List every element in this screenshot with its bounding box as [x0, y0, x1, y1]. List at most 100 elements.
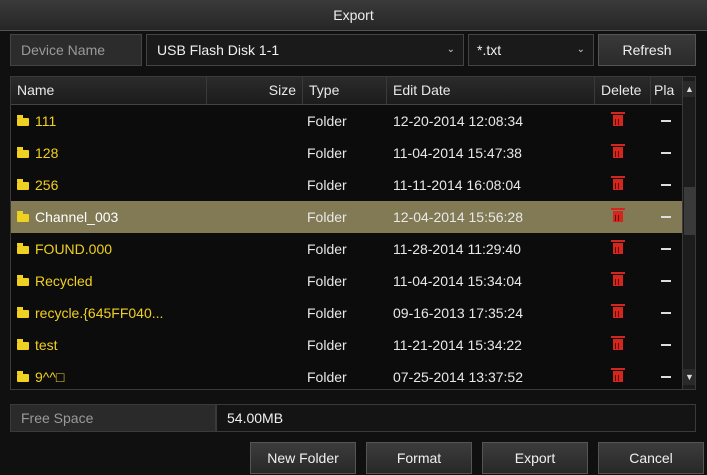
table-row[interactable]: FOUND.000 Folder 11-28-2014 11:29:40 [11, 233, 682, 265]
table-row[interactable]: Recycled Folder 11-04-2014 15:34:04 [11, 265, 682, 297]
chevron-down-icon: ⌄ [576, 44, 585, 55]
file-type: Folder [307, 305, 347, 321]
export-button[interactable]: Export [482, 442, 588, 474]
refresh-button[interactable]: Refresh [598, 34, 696, 66]
folder-icon [17, 371, 29, 382]
file-name-cell: Channel_003 [17, 201, 207, 233]
scroll-up-icon[interactable]: ▲ [683, 81, 695, 97]
device-row: Device Name USB Flash Disk 1-1 ⌄ *.txt ⌄… [10, 34, 696, 66]
file-edit-date: 11-04-2014 15:47:38 [393, 145, 522, 161]
dialog-title: Export [0, 0, 707, 31]
table-row[interactable]: recycle.{645FF040... Folder 09-16-2013 17:… [11, 297, 682, 329]
file-type: Folder [307, 145, 347, 161]
file-type: Folder [307, 209, 347, 225]
column-size-header[interactable]: Size [207, 77, 303, 104]
file-edit-date: 11-04-2014 15:34:04 [393, 273, 522, 289]
table-row[interactable]: 9^^□ Folder 07-25-2014 13:37:52 [11, 361, 682, 389]
file-name: FOUND.000 [35, 241, 113, 257]
format-button[interactable]: Format [366, 442, 472, 474]
file-edit-date: 12-04-2014 15:56:28 [393, 209, 523, 225]
file-type: Folder [307, 241, 347, 257]
table-row[interactable]: Channel_003 Folder 12-04-2014 15:56:28 [11, 201, 682, 233]
trash-icon[interactable] [611, 272, 625, 286]
file-name-cell: recycle.{645FF040... [17, 297, 207, 329]
trash-icon[interactable] [611, 144, 625, 158]
play-disabled-icon[interactable] [661, 248, 671, 250]
vertical-scrollbar[interactable]: ▲ ▼ [682, 77, 695, 389]
file-name: test [35, 337, 58, 353]
play-disabled-icon[interactable] [661, 152, 671, 154]
trash-icon[interactable] [611, 112, 625, 126]
play-disabled-icon[interactable] [661, 312, 671, 314]
file-edit-date: 11-11-2014 16:08:04 [393, 177, 521, 193]
scrollbar-thumb[interactable] [684, 187, 695, 235]
trash-icon[interactable] [611, 336, 625, 350]
file-type-value: *.txt [477, 42, 502, 58]
file-list: 111 Folder 12-20-2014 12:08:34 128 Folder 11-… [11, 105, 682, 389]
free-space-value: 54.00MB [216, 404, 696, 432]
play-disabled-icon[interactable] [661, 376, 671, 378]
file-name: Channel_003 [35, 209, 119, 225]
file-name-cell: FOUND.000 [17, 233, 207, 265]
play-disabled-icon[interactable] [661, 344, 671, 346]
trash-icon[interactable] [611, 240, 625, 254]
column-type-header[interactable]: Type [303, 77, 387, 104]
file-name-cell: 9^^□ [17, 361, 207, 389]
device-select[interactable]: USB Flash Disk 1-1 ⌄ [146, 34, 464, 66]
file-edit-date: 07-25-2014 13:37:52 [393, 369, 523, 385]
new-folder-button[interactable]: New Folder [250, 442, 356, 474]
table-header: Name Size Type Edit Date Delete Pla [11, 77, 682, 105]
play-disabled-icon[interactable] [661, 216, 671, 218]
file-name-cell: test [17, 329, 207, 361]
play-disabled-icon[interactable] [661, 184, 671, 186]
play-disabled-icon[interactable] [661, 120, 671, 122]
free-space-row: Free Space 54.00MB [10, 404, 696, 432]
folder-icon [17, 243, 29, 254]
file-edit-date: 11-21-2014 15:34:22 [393, 337, 522, 353]
file-type: Folder [307, 273, 347, 289]
play-disabled-icon[interactable] [661, 280, 671, 282]
table-row[interactable]: test Folder 11-21-2014 15:34:22 [11, 329, 682, 361]
file-name: recycle.{645FF040... [35, 305, 164, 321]
cancel-button[interactable]: Cancel [598, 442, 704, 474]
file-edit-date: 11-28-2014 11:29:40 [393, 241, 521, 257]
table-row[interactable]: 128 Folder 11-04-2014 15:47:38 [11, 137, 682, 169]
column-play-header[interactable]: Pla [651, 77, 682, 104]
trash-icon[interactable] [611, 176, 625, 190]
file-edit-date: 09-16-2013 17:35:24 [393, 305, 523, 321]
file-edit-date: 12-20-2014 12:08:34 [393, 113, 523, 129]
file-name-cell: 256 [17, 169, 207, 201]
trash-icon[interactable] [611, 368, 625, 382]
file-name-cell: 111 [17, 105, 207, 137]
file-type: Folder [307, 369, 347, 385]
column-name-header[interactable]: Name [11, 77, 207, 104]
file-name-cell: Recycled [17, 265, 207, 297]
file-name: 128 [35, 145, 59, 161]
folder-icon [17, 275, 29, 286]
folder-icon [17, 147, 29, 158]
column-edit-date-header[interactable]: Edit Date [387, 77, 595, 104]
folder-icon [17, 339, 29, 350]
table-row[interactable]: 256 Folder 11-11-2014 16:08:04 [11, 169, 682, 201]
folder-icon [17, 307, 29, 318]
file-name: 111 [35, 113, 57, 129]
trash-icon[interactable] [611, 208, 625, 222]
folder-icon [17, 115, 29, 126]
column-delete-header[interactable]: Delete [595, 77, 651, 104]
chevron-down-icon: ⌄ [446, 44, 455, 55]
file-table: Name Size Type Edit Date Delete Pla 111 F… [10, 76, 696, 390]
trash-icon[interactable] [611, 304, 625, 318]
file-type: Folder [307, 113, 347, 129]
file-name: 256 [35, 177, 59, 193]
device-select-value: USB Flash Disk 1-1 [157, 42, 280, 58]
file-type: Folder [307, 177, 347, 193]
device-name-label: Device Name [10, 34, 142, 66]
file-name-cell: 128 [17, 137, 207, 169]
folder-icon [17, 179, 29, 190]
file-type: Folder [307, 337, 347, 353]
file-type-select[interactable]: *.txt ⌄ [468, 34, 594, 66]
scroll-down-icon[interactable]: ▼ [683, 369, 695, 385]
file-name: 9^^□ [35, 369, 65, 385]
table-row[interactable]: 111 Folder 12-20-2014 12:08:34 [11, 105, 682, 137]
file-name: Recycled [35, 273, 93, 289]
